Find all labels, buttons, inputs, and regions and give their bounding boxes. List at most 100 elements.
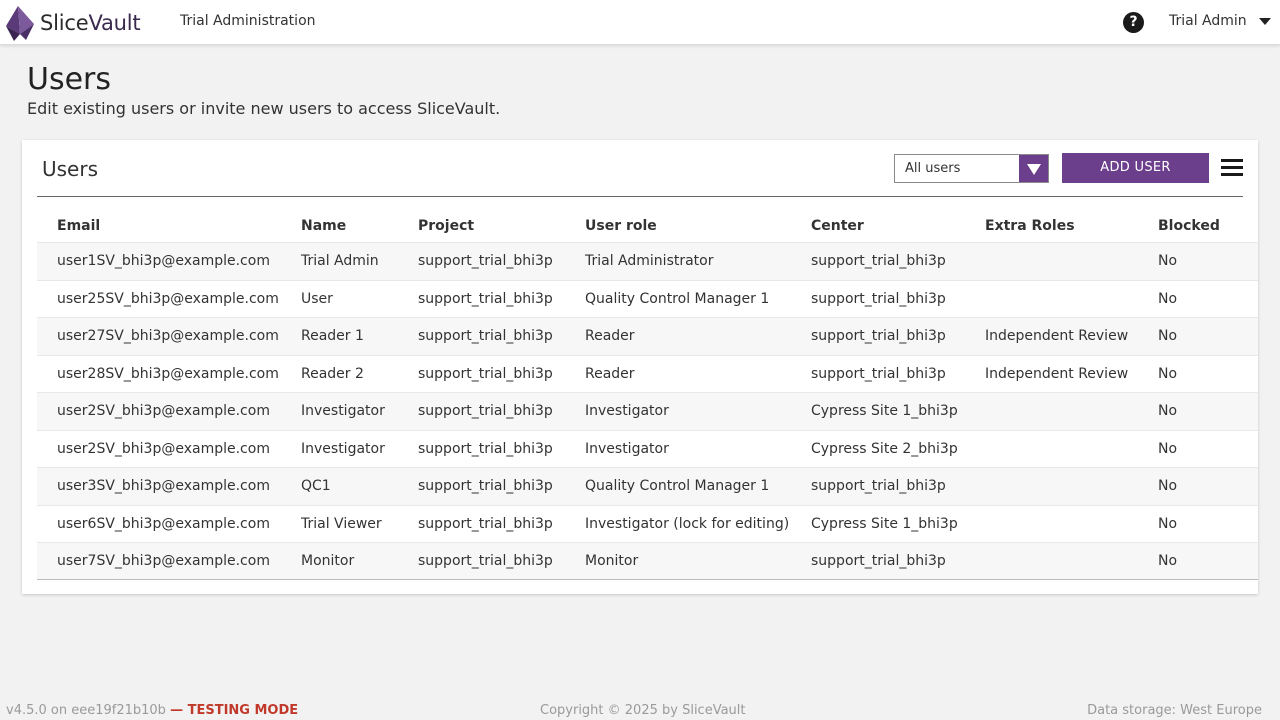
table-row[interactable]: user27SV_bhi3p@example.com Reader 1 suppor… (37, 317, 1258, 355)
cell-project: support_trial_bhi3p (418, 253, 553, 269)
menu-bar (1221, 173, 1243, 176)
table-header: Email Name Project User role Center Extr… (37, 214, 1258, 242)
column-header-project[interactable]: Project (418, 218, 474, 234)
column-header-extra-roles[interactable]: Extra Roles (985, 218, 1075, 234)
cell-extra-roles: Independent Review (985, 328, 1129, 344)
cell-user-role: Trial Administrator (585, 253, 714, 269)
cell-user-role: Monitor (585, 553, 639, 569)
cell-center: Cypress Site 1_bhi3p (811, 515, 958, 532)
cell-name: QC1 (301, 478, 331, 494)
cell-project: support_trial_bhi3p (418, 478, 553, 494)
cell-name: Reader 1 (301, 328, 364, 344)
cell-email: user27SV_bhi3p@example.com (57, 328, 279, 344)
cell-name: Monitor (301, 553, 355, 569)
cell-name: Investigator (301, 440, 385, 457)
cell-center: support_trial_bhi3p (811, 478, 946, 494)
cell-blocked: No (1158, 553, 1178, 569)
table-row[interactable]: user28SV_bhi3p@example.com Reader 2 suppor… (37, 354, 1258, 392)
cell-extra-roles: Independent Review (985, 365, 1129, 382)
dropdown-arrow-icon[interactable] (1019, 155, 1048, 182)
table-row[interactable]: user2SV_bhi3p@example.com Investigator sup… (37, 392, 1258, 430)
cell-blocked: No (1158, 515, 1178, 532)
cell-project: support_trial_bhi3p (418, 440, 553, 457)
cell-project: support_trial_bhi3p (418, 328, 553, 344)
cell-email: user7SV_bhi3p@example.com (57, 553, 270, 569)
version-text: v4.5.0 on eee19f21b10b (6, 703, 166, 718)
slicevault-logo[interactable]: SliceVault (4, 4, 141, 42)
users-card: Users All users ADD USER Email Name Proj… (22, 140, 1258, 594)
question-circle-icon[interactable]: ? (1123, 12, 1144, 33)
footer-version: v4.5.0 on eee19f21b10b — TESTING MODE (6, 703, 298, 718)
add-user-button[interactable]: ADD USER (1062, 153, 1209, 183)
table-row[interactable]: user7SV_bhi3p@example.com Monitor support_… (37, 542, 1258, 580)
cell-email: user2SV_bhi3p@example.com (57, 403, 270, 419)
cell-user-role: Quality Control Manager 1 (585, 478, 770, 494)
cell-email: user28SV_bhi3p@example.com (57, 365, 279, 382)
cell-project: support_trial_bhi3p (418, 290, 553, 307)
cell-blocked: No (1158, 253, 1178, 269)
cell-blocked: No (1158, 478, 1178, 494)
app-title: Trial Administration (180, 13, 316, 29)
users-table: Email Name Project User role Center Extr… (37, 214, 1258, 580)
footer-storage: Data storage: West Europe (1087, 703, 1262, 718)
cell-center: Cypress Site 2_bhi3p (811, 440, 958, 457)
table-row[interactable]: user25SV_bhi3p@example.com User support_tr… (37, 279, 1258, 317)
caret-down-icon (1258, 17, 1271, 25)
cell-blocked: No (1158, 403, 1178, 419)
cell-email: user25SV_bhi3p@example.com (57, 290, 279, 307)
menu-bar (1221, 159, 1243, 162)
table-row[interactable]: user1SV_bhi3p@example.com Trial Admin supp… (37, 242, 1258, 280)
cell-name: User (301, 290, 333, 307)
cell-name: Reader 2 (301, 365, 364, 382)
card-title: Users (42, 157, 99, 181)
table-row[interactable]: user3SV_bhi3p@example.com QC1 support_tria… (37, 467, 1258, 505)
cell-center: Cypress Site 1_bhi3p (811, 403, 958, 419)
user-name: Trial Admin (1169, 13, 1247, 29)
logo-text-vault: Vault (88, 11, 141, 35)
cell-user-role: Investigator (585, 403, 669, 419)
cell-center: support_trial_bhi3p (811, 365, 946, 382)
cell-center: support_trial_bhi3p (811, 328, 946, 344)
cell-blocked: No (1158, 290, 1178, 307)
column-header-email[interactable]: Email (57, 218, 100, 234)
user-filter-value: All users (905, 161, 961, 176)
page-title: Users (27, 62, 112, 97)
cell-center: support_trial_bhi3p (811, 290, 946, 307)
table-row[interactable]: user2SV_bhi3p@example.com Investigator sup… (37, 429, 1258, 467)
logo-text-slice: Slice (40, 11, 89, 35)
cell-center: support_trial_bhi3p (811, 253, 946, 269)
cell-email: user1SV_bhi3p@example.com (57, 253, 270, 269)
cell-user-role: Quality Control Manager 1 (585, 290, 770, 307)
column-header-user-role[interactable]: User role (585, 218, 657, 234)
cell-project: support_trial_bhi3p (418, 515, 553, 532)
table-body: user1SV_bhi3p@example.com Trial Admin supp… (37, 242, 1258, 580)
slicevault-logo-icon (6, 6, 34, 41)
cell-user-role: Investigator (585, 440, 669, 457)
hamburger-menu-icon[interactable] (1221, 159, 1243, 177)
cell-project: support_trial_bhi3p (418, 365, 553, 382)
cell-email: user2SV_bhi3p@example.com (57, 440, 270, 457)
cell-blocked: No (1158, 328, 1178, 344)
table-row[interactable]: user6SV_bhi3p@example.com Trial Viewer sup… (37, 504, 1258, 542)
cell-email: user6SV_bhi3p@example.com (57, 515, 270, 532)
user-filter-select[interactable]: All users (894, 154, 1049, 183)
cell-user-role: Reader (585, 328, 635, 344)
cell-project: support_trial_bhi3p (418, 403, 553, 419)
cell-name: Investigator (301, 403, 385, 419)
menu-bar (1221, 166, 1243, 169)
card-divider (37, 196, 1243, 197)
cell-user-role: Reader (585, 365, 635, 382)
user-menu[interactable]: Trial Admin (1169, 13, 1271, 29)
cell-project: support_trial_bhi3p (418, 553, 553, 569)
column-header-center[interactable]: Center (811, 218, 864, 234)
footer-copyright: Copyright © 2025 by SliceVault (540, 703, 746, 718)
top-bar: SliceVault Trial Administration ? Trial … (0, 0, 1280, 45)
cell-name: Trial Viewer (301, 515, 382, 532)
column-header-name[interactable]: Name (301, 218, 346, 234)
testing-mode-label: — TESTING MODE (170, 703, 299, 718)
column-header-blocked[interactable]: Blocked (1158, 218, 1220, 234)
cell-name: Trial Admin (301, 253, 379, 269)
cell-blocked: No (1158, 365, 1178, 382)
cell-user-role: Investigator (lock for editing) (585, 515, 790, 532)
cell-email: user3SV_bhi3p@example.com (57, 478, 270, 494)
